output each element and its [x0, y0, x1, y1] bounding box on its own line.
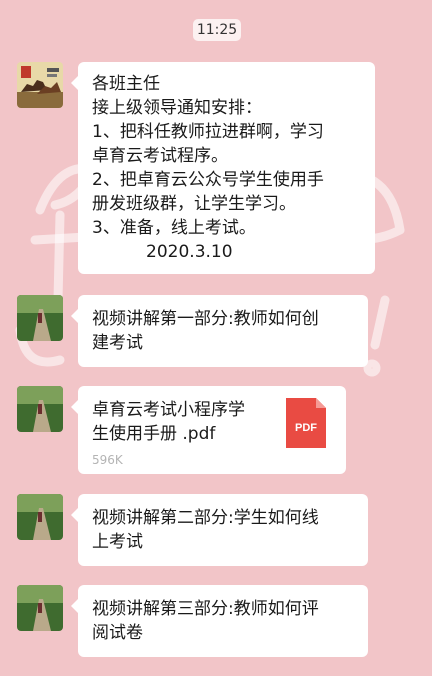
avatar-horses[interactable]: [17, 62, 63, 108]
forest-photo-icon: [17, 386, 63, 432]
message-line: 册发班级群，让学生学习。: [92, 194, 296, 214]
avatar-forest-path[interactable]: [17, 295, 63, 341]
file-name: 卓育云考试小程序学 生使用手册 .pdf: [92, 398, 272, 446]
pdf-label: PDF: [295, 422, 317, 434]
message-bubble[interactable]: 视频讲解第三部分:教师如何评 阅试卷: [71, 585, 368, 657]
timestamp-pill: 11:25: [193, 19, 241, 41]
message-line: 视频讲解第一部分:教师如何创: [92, 309, 319, 329]
message-bubble[interactable]: 视频讲解第二部分:学生如何线 上考试: [71, 494, 368, 566]
forest-photo-icon: [17, 295, 63, 341]
file-message-card[interactable]: 卓育云考试小程序学 生使用手册 .pdf 596K PDF: [71, 386, 346, 474]
message-bubble[interactable]: 各班主任 接上级领导通知安排： 1、把科任教师拉进群啊，学习 卓育云考试程序。 …: [71, 62, 375, 274]
pdf-file-icon: PDF: [286, 398, 326, 448]
message-line: 阅试卷: [92, 623, 143, 643]
avatar-forest-path[interactable]: [17, 585, 63, 631]
message-line: 视频讲解第二部分:学生如何线: [92, 508, 319, 528]
file-size: 596K: [92, 453, 123, 467]
file-name-line: 生使用手册 .pdf: [92, 424, 216, 444]
message-line: 接上级领导通知安排：: [92, 98, 262, 118]
avatar-forest-path[interactable]: [17, 494, 63, 540]
message-line: 2、把卓育云公众号学生使用手: [92, 170, 324, 190]
message-date: 2020.3.10: [92, 242, 233, 262]
forest-photo-icon: [17, 494, 63, 540]
message-line: 卓育云考试程序。: [92, 146, 228, 166]
message-line: 上考试: [92, 532, 143, 552]
message-line: 建考试: [92, 333, 143, 353]
horse-picture-icon: [17, 62, 63, 108]
file-name-line: 卓育云考试小程序学: [92, 400, 245, 420]
avatar-forest-path[interactable]: [17, 386, 63, 432]
message-line: 视频讲解第三部分:教师如何评: [92, 599, 319, 619]
message-line: 各班主任: [92, 74, 160, 94]
forest-photo-icon: [17, 585, 63, 631]
message-bubble[interactable]: 视频讲解第一部分:教师如何创 建考试: [71, 295, 368, 367]
message-line: 1、把科任教师拉进群啊，学习: [92, 122, 324, 142]
message-line: 3、准备，线上考试。: [92, 218, 256, 238]
